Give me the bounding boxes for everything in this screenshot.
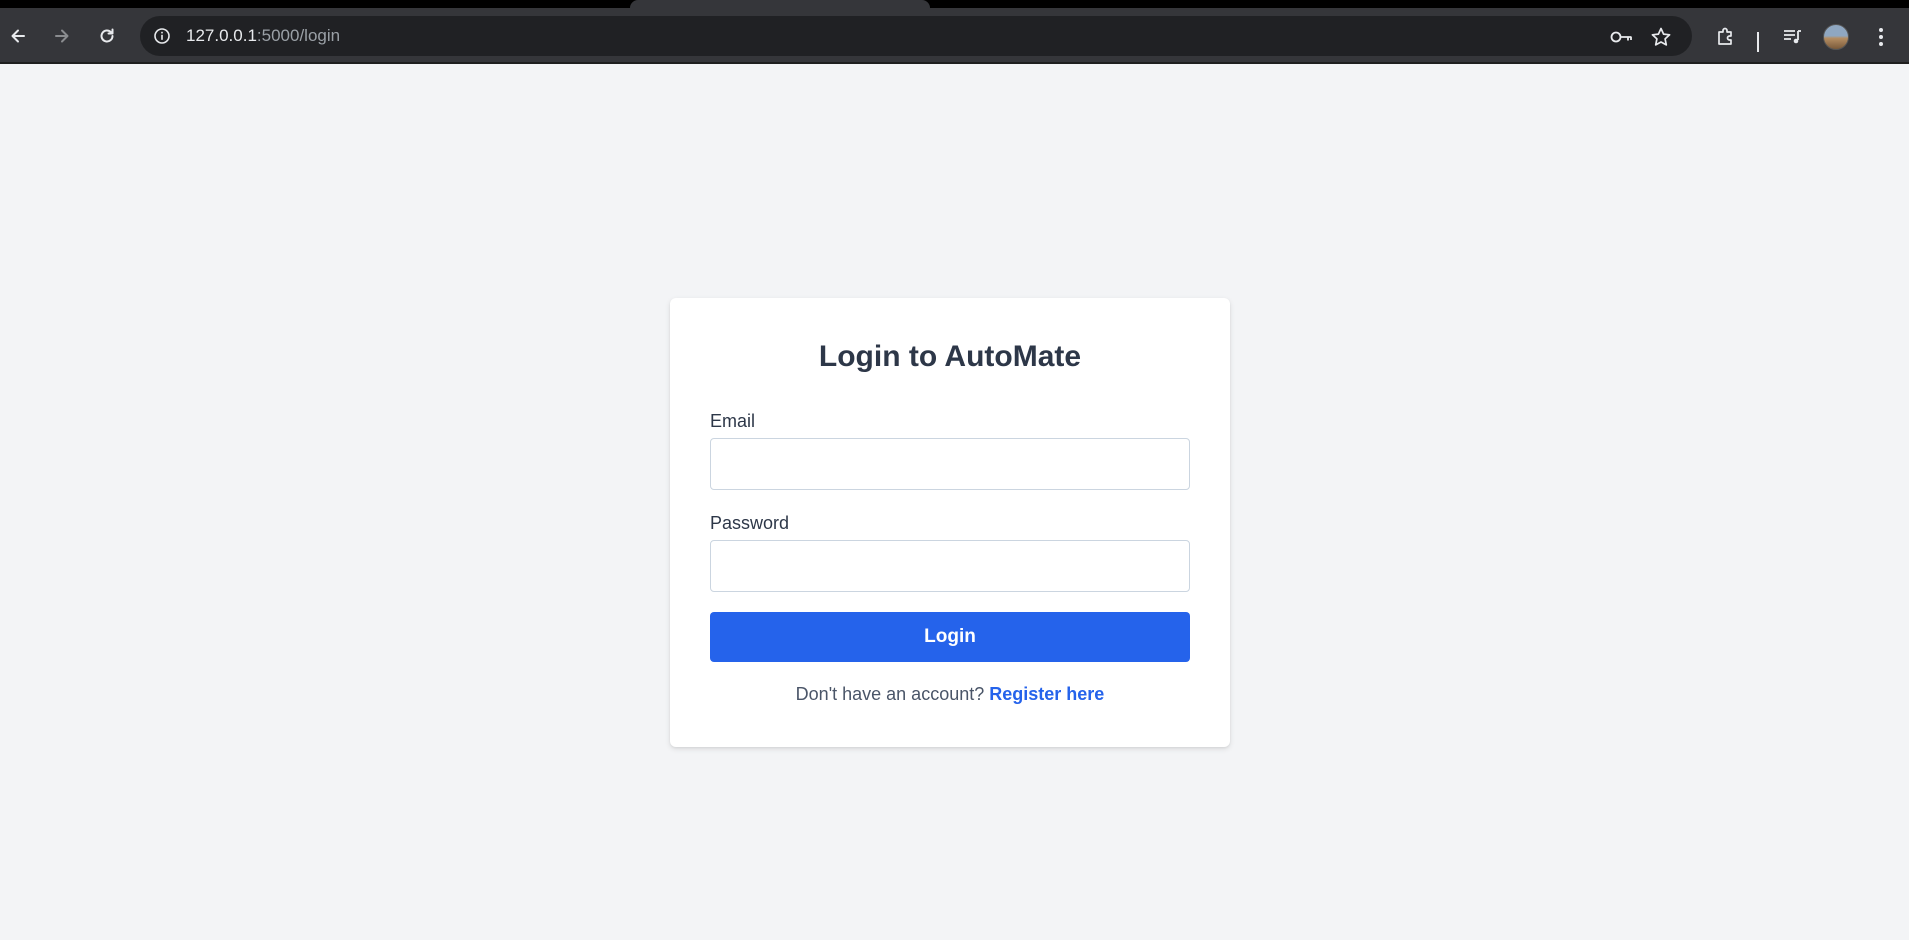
email-label: Email <box>710 411 756 431</box>
media-queue-icon <box>1784 30 1801 44</box>
login-title: Login to AutoMate <box>818 340 1082 373</box>
url-host: 127.0.0.1 <box>186 26 257 45</box>
address-bar[interactable]: 127.0.0.1:5000/login <box>140 16 1692 56</box>
profile-avatar[interactable] <box>1823 24 1849 50</box>
menu-kebab-icon <box>1879 28 1883 46</box>
login-button[interactable]: Login <box>710 612 1190 662</box>
media-queue-button[interactable] <box>1777 22 1807 52</box>
back-button[interactable] <box>2 20 34 52</box>
extensions-button[interactable] <box>1711 22 1741 52</box>
forward-button[interactable] <box>46 20 78 52</box>
password-field[interactable] <box>710 540 1190 592</box>
password-key-button[interactable] <box>1609 24 1635 50</box>
toolbar-border <box>0 62 1909 64</box>
password-label: Password <box>710 513 790 533</box>
url-text[interactable]: 127.0.0.1:5000/login <box>186 16 340 56</box>
back-icon <box>11 29 25 43</box>
reload-icon <box>100 28 114 43</box>
browser-toolbar: 127.0.0.1:5000/login <box>0 8 1909 64</box>
register-prompt: Don't have an account? <box>795 684 985 704</box>
tab-strip <box>0 0 1909 8</box>
forward-icon <box>55 29 69 43</box>
extensions-icon <box>1718 27 1732 45</box>
toolbar-divider <box>1757 32 1759 52</box>
email-field[interactable] <box>710 438 1190 490</box>
menu-button[interactable] <box>1866 22 1896 52</box>
password-key-icon <box>1610 31 1632 43</box>
register-link[interactable]: Register here <box>989 684 1104 704</box>
active-tab[interactable] <box>630 0 930 8</box>
site-info-button[interactable] <box>148 22 176 50</box>
site-info-icon <box>154 28 170 44</box>
login-card: Login to AutoMate Email Password Login D… <box>670 298 1230 747</box>
url-path: :5000/login <box>256 26 341 45</box>
reload-button[interactable] <box>91 20 123 52</box>
register-prompt-line: Don't have an account? Register here <box>670 684 1230 705</box>
bookmark-button[interactable] <box>1648 24 1674 50</box>
bookmark-star-icon <box>1651 27 1671 46</box>
